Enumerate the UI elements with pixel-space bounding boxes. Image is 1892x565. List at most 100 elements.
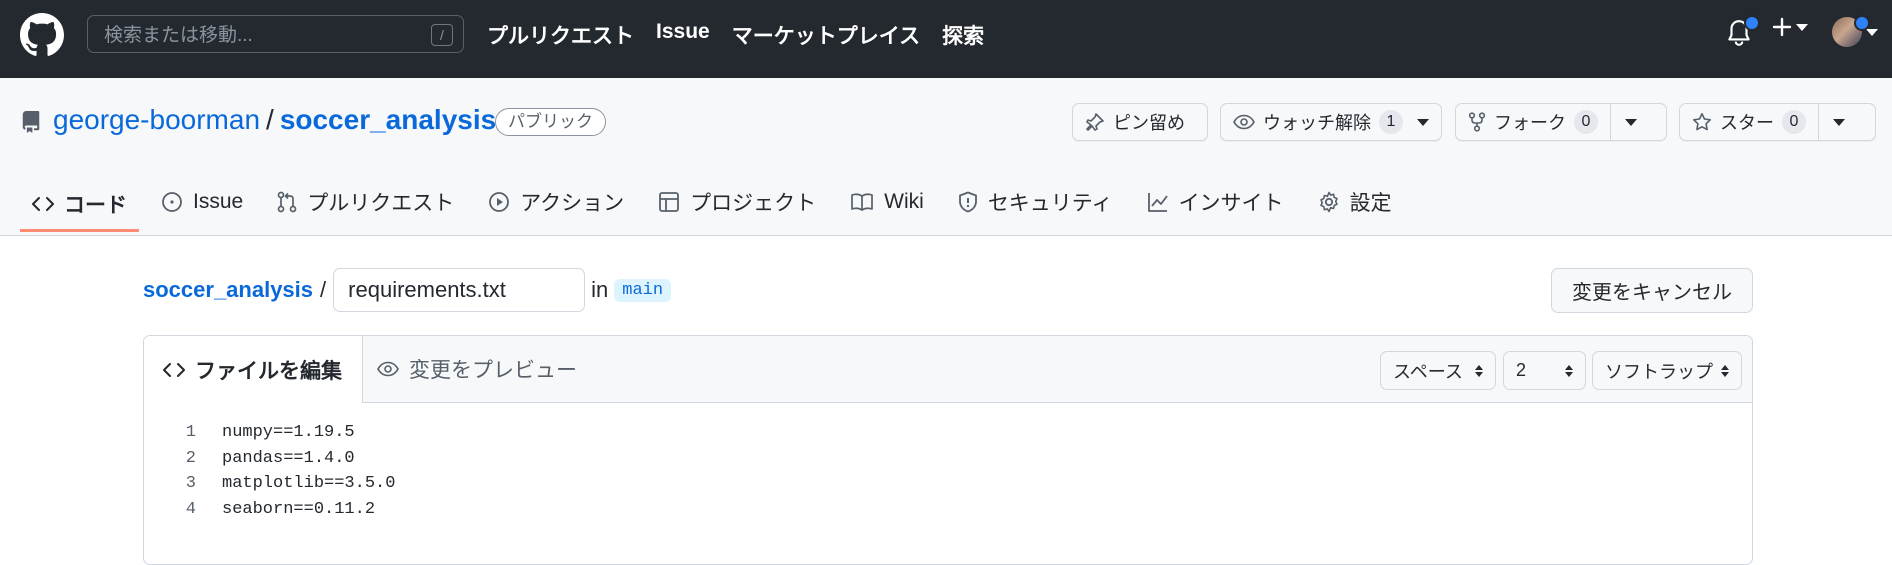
code-line[interactable]: 1 numpy==1.19.5 (144, 420, 1752, 446)
user-menu[interactable] (1832, 15, 1878, 47)
pull-request-icon (277, 191, 297, 213)
tab-label: アクション (520, 192, 625, 215)
play-icon (489, 192, 510, 212)
indent-size-value: 2 (1516, 360, 1527, 380)
code-icon (32, 197, 54, 211)
graph-icon (1147, 193, 1168, 212)
select-arrows-icon (1565, 364, 1573, 377)
repo-name-link[interactable]: soccer_analysis (280, 104, 496, 135)
tab-label: コード (64, 194, 127, 217)
chevron-down-icon (1866, 28, 1878, 36)
tab-label: Issue (193, 190, 244, 213)
plus-icon (1772, 17, 1792, 37)
global-header: / プルリクエスト Issue マーケットプレイス 探索 (0, 0, 1892, 78)
gear-icon (1319, 191, 1338, 213)
tab-label: インサイト (1178, 192, 1284, 215)
filename-input[interactable] (333, 268, 586, 312)
nav-issues[interactable]: Issue (656, 20, 710, 50)
line-content[interactable]: matplotlib==3.5.0 (222, 474, 395, 493)
tab-edit-file[interactable]: ファイルを編集 (144, 336, 363, 403)
cancel-changes-button[interactable]: 変更をキャンセル (1551, 268, 1753, 313)
line-content[interactable]: pandas==1.4.0 (222, 449, 355, 468)
nav-marketplace[interactable]: マーケットプレイス (732, 20, 920, 50)
line-content[interactable]: numpy==1.19.5 (222, 423, 355, 442)
tab-label: Wiki (884, 190, 924, 213)
code-line[interactable]: 4 seaborn==0.11.2 (144, 497, 1752, 523)
breadcrumb-repo-link[interactable]: soccer_analysis (143, 277, 313, 303)
tab-projects[interactable]: プロジェクト (646, 176, 828, 228)
select-arrows-icon (1721, 364, 1729, 377)
code-icon (163, 362, 185, 377)
create-new-menu[interactable] (1772, 17, 1808, 37)
repo-header: george-boorman / soccer_analysis パブリック ピン留… (0, 78, 1892, 236)
eye-icon (1233, 114, 1255, 130)
chevron-down-icon (1833, 118, 1845, 126)
tab-label: セキュリティ (987, 192, 1113, 215)
global-search[interactable]: / (87, 15, 464, 53)
fork-dropdown-button[interactable] (1611, 104, 1651, 140)
tab-preview-changes[interactable]: 変更をプレビュー (357, 336, 597, 402)
chevron-down-icon (1625, 118, 1637, 126)
select-arrows-icon (1475, 364, 1483, 377)
tab-settings[interactable]: 設定 (1306, 176, 1404, 228)
star-count: 0 (1782, 110, 1806, 134)
watch-count: 1 (1379, 110, 1403, 134)
status-dot (1854, 15, 1870, 31)
tab-label: プロジェクト (690, 192, 817, 215)
star-icon (1693, 113, 1711, 131)
in-label: in (591, 277, 609, 302)
unwatch-button[interactable]: ウォッチ解除 1 (1220, 103, 1442, 141)
issue-icon (162, 192, 182, 212)
repo-title: george-boorman / soccer_analysis (53, 104, 496, 136)
table-icon (659, 192, 680, 212)
tab-pull-requests[interactable]: プルリクエスト (265, 176, 466, 228)
fork-icon (1468, 112, 1486, 132)
tab-issues[interactable]: Issue (149, 176, 255, 228)
tab-security[interactable]: セキュリティ (946, 176, 1125, 228)
line-content[interactable]: seaborn==0.11.2 (222, 500, 375, 519)
fork-button[interactable]: フォーク 0 (1455, 103, 1667, 141)
book-icon (851, 193, 874, 211)
code-line[interactable]: 3 matplotlib==3.5.0 (144, 471, 1752, 497)
repo-owner-link[interactable]: george-boorman (53, 104, 260, 135)
fork-count: 0 (1574, 110, 1598, 134)
tab-wiki[interactable]: Wiki (838, 176, 936, 228)
line-number: 3 (185, 474, 196, 494)
line-number: 4 (185, 499, 196, 519)
branch-badge: main (614, 278, 672, 302)
line-number: 1 (185, 423, 196, 443)
indent-mode-value: スペース (1393, 361, 1463, 382)
github-logo-icon[interactable] (20, 13, 64, 57)
indent-size-select[interactable]: 2 (1503, 351, 1586, 390)
fork-label: フォーク (1494, 113, 1566, 133)
code-line[interactable]: 2 pandas==1.4.0 (144, 446, 1752, 472)
search-input[interactable] (102, 24, 406, 48)
chevron-down-icon (1796, 23, 1808, 31)
pin-button[interactable]: ピン留め (1072, 103, 1208, 141)
preview-tab-label: 変更をプレビュー (409, 359, 577, 382)
chevron-down-icon (1417, 118, 1429, 126)
notification-dot (1744, 15, 1760, 31)
wrap-mode-select[interactable]: ソフトラップ (1592, 351, 1742, 390)
tab-label: プルリクエスト (307, 192, 455, 215)
cancel-changes-label: 変更をキャンセル (1572, 282, 1732, 304)
pin-icon (1086, 113, 1104, 131)
tab-actions[interactable]: アクション (476, 176, 636, 228)
tab-code[interactable]: コード (20, 176, 139, 232)
star-button[interactable]: スター 0 (1679, 103, 1876, 141)
code-area[interactable]: 1 numpy==1.19.5 2 pandas==1.4.0 3 matplo… (144, 420, 1752, 522)
indent-mode-select[interactable]: スペース (1380, 351, 1496, 390)
tab-label: 設定 (1349, 192, 1392, 215)
repo-title-separator: / (266, 104, 274, 135)
repo-icon (22, 111, 40, 133)
nav-pull-requests[interactable]: プルリクエスト (487, 20, 634, 50)
pin-label: ピン留め (1113, 113, 1185, 133)
eye-icon (377, 361, 399, 377)
repo-nav: コード Issue プルリクエスト アクション プロジェクト Wiki セキュリ… (20, 176, 1414, 235)
edit-tab-label: ファイルを編集 (195, 359, 342, 383)
visibility-badge: パブリック (495, 108, 606, 136)
global-nav: プルリクエスト Issue マーケットプレイス 探索 (487, 20, 984, 50)
star-dropdown-button[interactable] (1819, 104, 1859, 140)
tab-insights[interactable]: インサイト (1135, 176, 1296, 228)
nav-explore[interactable]: 探索 (942, 20, 984, 50)
